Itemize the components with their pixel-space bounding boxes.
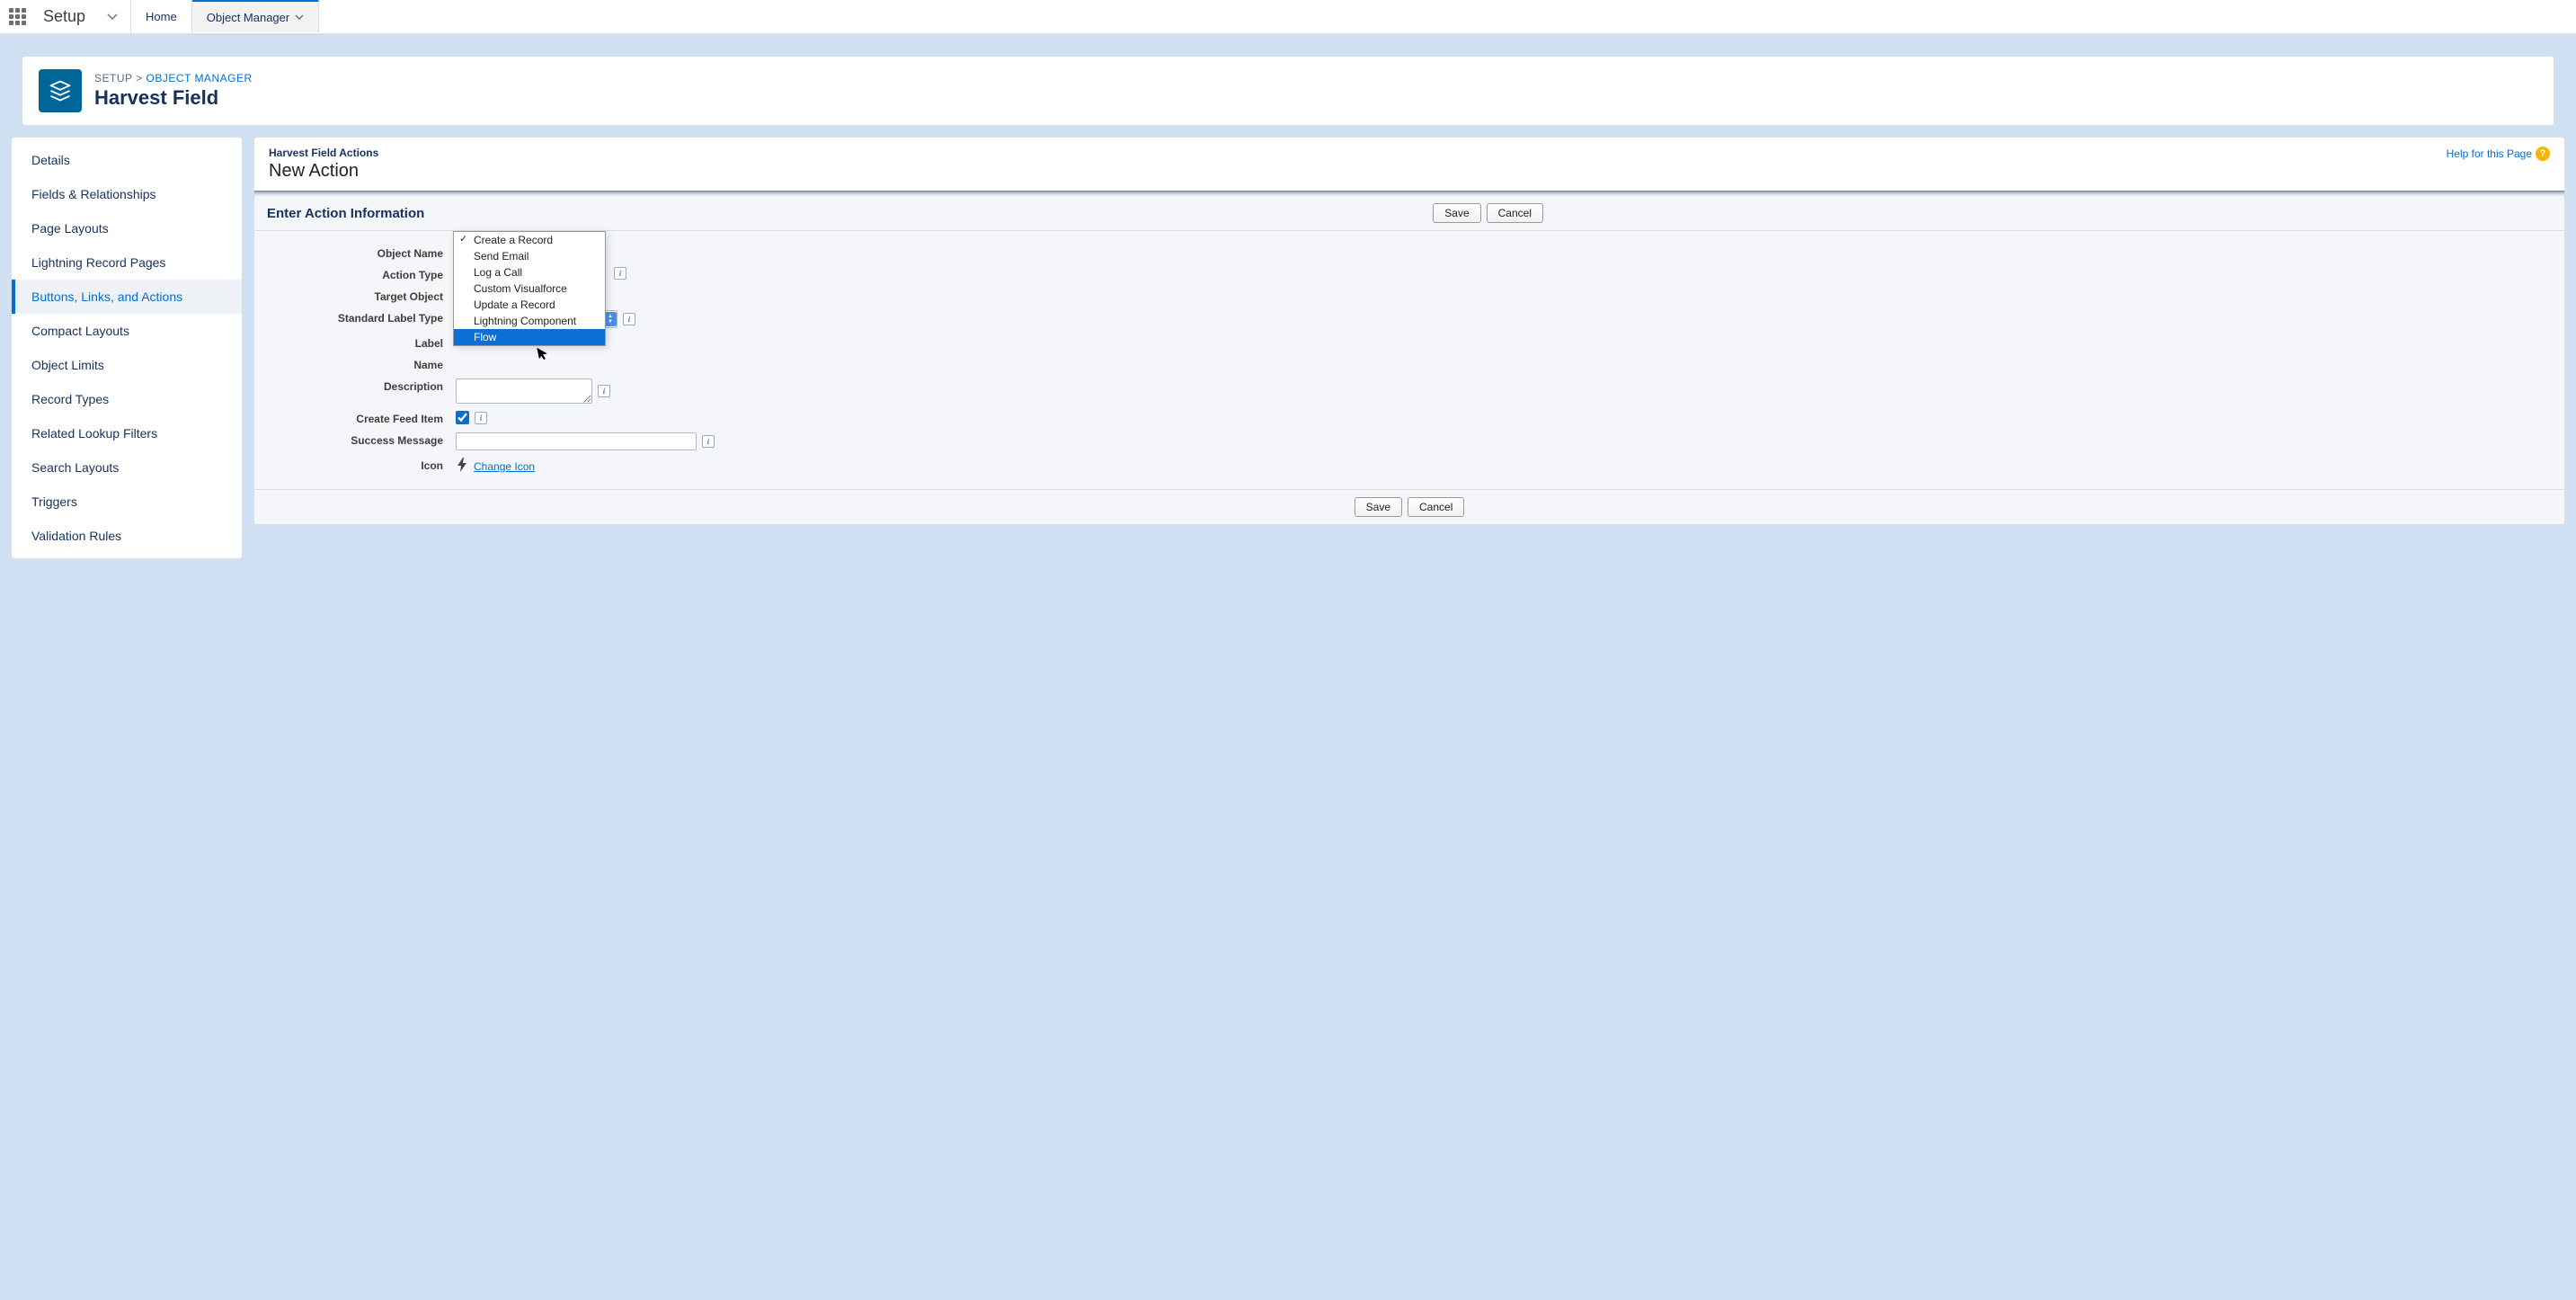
- button-row-top: Save Cancel: [1433, 203, 1543, 223]
- page-header: SETUP > OBJECT MANAGER Harvest Field: [22, 56, 2554, 126]
- sidebar-item-record-types[interactable]: Record Types: [12, 382, 242, 416]
- label-action-type: Action Type: [267, 267, 456, 281]
- sidebar-item-compact-layouts[interactable]: Compact Layouts: [12, 314, 242, 348]
- label-create-feed: Create Feed Item: [267, 411, 456, 425]
- success-message-input[interactable]: [456, 432, 697, 450]
- tab-object-manager[interactable]: Object Manager: [192, 0, 320, 32]
- lightning-icon: [456, 458, 468, 475]
- label-description: Description: [267, 378, 456, 393]
- description-textarea[interactable]: [456, 378, 592, 404]
- nav-tabs: Home Object Manager: [130, 0, 319, 33]
- info-icon[interactable]: i: [475, 412, 487, 424]
- label-label: Label: [267, 335, 456, 350]
- dd-option-create-record[interactable]: Create a Record: [454, 232, 605, 248]
- content-wrap: SETUP > OBJECT MANAGER Harvest Field Det…: [0, 34, 2576, 1300]
- main-panel: Harvest Field Actions New Action Help fo…: [253, 137, 2565, 525]
- label-icon: Icon: [267, 458, 456, 472]
- app-chevron-icon[interactable]: [94, 10, 130, 23]
- footer-buttons: Save Cancel: [254, 490, 2564, 524]
- main-header: Harvest Field Actions New Action Help fo…: [254, 138, 2564, 191]
- page-title: Harvest Field: [94, 86, 253, 110]
- dd-option-visualforce[interactable]: Custom Visualforce: [454, 280, 605, 297]
- dd-option-log-call[interactable]: Log a Call: [454, 264, 605, 280]
- dd-option-lightning-component[interactable]: Lightning Component: [454, 313, 605, 329]
- tab-label: Home: [146, 10, 177, 23]
- sidebar-item-fields[interactable]: Fields & Relationships: [12, 177, 242, 211]
- info-icon[interactable]: i: [598, 385, 610, 397]
- dd-option-flow[interactable]: Flow: [454, 329, 605, 345]
- sidebar-item-details[interactable]: Details: [12, 143, 242, 177]
- label-std-label-type: Standard Label Type: [267, 310, 456, 325]
- select-arrows-icon: ▲▼: [604, 312, 617, 326]
- save-button-bottom[interactable]: Save: [1355, 497, 1402, 517]
- help-icon: ?: [2536, 147, 2550, 161]
- breadcrumb: SETUP > OBJECT MANAGER: [94, 72, 253, 85]
- sidebar-item-lightning-pages[interactable]: Lightning Record Pages: [12, 245, 242, 280]
- app-launcher-button[interactable]: [0, 8, 34, 25]
- header-text: SETUP > OBJECT MANAGER Harvest Field: [94, 72, 253, 110]
- label-target-object: Target Object: [267, 289, 456, 303]
- cancel-button-top[interactable]: Cancel: [1487, 203, 1543, 223]
- sidebar-item-lookup-filters[interactable]: Related Lookup Filters: [12, 416, 242, 450]
- save-button-top[interactable]: Save: [1433, 203, 1480, 223]
- chevron-down-icon: [295, 13, 304, 22]
- main-subhead: Harvest Field Actions: [269, 147, 378, 159]
- sidebar-item-buttons-links[interactable]: Buttons, Links, and Actions: [12, 280, 242, 314]
- tab-label: Object Manager: [207, 11, 290, 24]
- help-link[interactable]: Help for this Page ?: [2447, 147, 2550, 161]
- label-object-name: Object Name: [267, 245, 456, 260]
- tab-home[interactable]: Home: [130, 0, 192, 33]
- app-name: Setup: [34, 7, 94, 26]
- waffle-icon: [9, 8, 26, 25]
- form-body: Create a Record Send Email Log a Call Cu…: [254, 231, 2564, 490]
- label-name: Name: [267, 357, 456, 371]
- breadcrumb-setup: SETUP: [94, 72, 132, 85]
- info-icon[interactable]: i: [623, 313, 635, 325]
- section-title: Enter Action Information: [267, 206, 424, 221]
- dd-option-send-email[interactable]: Send Email: [454, 248, 605, 264]
- main-title: New Action: [269, 161, 378, 182]
- create-feed-checkbox[interactable]: [456, 411, 469, 424]
- help-label: Help for this Page: [2447, 147, 2532, 160]
- breadcrumb-link[interactable]: OBJECT MANAGER: [146, 72, 252, 85]
- global-header: Setup Home Object Manager: [0, 0, 2576, 34]
- info-icon[interactable]: i: [614, 267, 626, 280]
- sidebar-item-validation-rules[interactable]: Validation Rules: [12, 519, 242, 553]
- sidebar-item-page-layouts[interactable]: Page Layouts: [12, 211, 242, 245]
- sidebar-item-object-limits[interactable]: Object Limits: [12, 348, 242, 382]
- info-icon[interactable]: i: [702, 435, 715, 448]
- cancel-button-bottom[interactable]: Cancel: [1408, 497, 1464, 517]
- sidebar-item-search-layouts[interactable]: Search Layouts: [12, 450, 242, 485]
- sidebar-item-triggers[interactable]: Triggers: [12, 485, 242, 519]
- dd-option-update-record[interactable]: Update a Record: [454, 297, 605, 313]
- section-header: Enter Action Information Save Cancel: [254, 195, 2564, 231]
- sidebar: Details Fields & Relationships Page Layo…: [11, 137, 243, 559]
- label-success-message: Success Message: [267, 432, 456, 447]
- object-icon: [39, 69, 82, 112]
- action-type-dropdown-list: Create a Record Send Email Log a Call Cu…: [453, 231, 606, 346]
- change-icon-link[interactable]: Change Icon: [474, 460, 535, 473]
